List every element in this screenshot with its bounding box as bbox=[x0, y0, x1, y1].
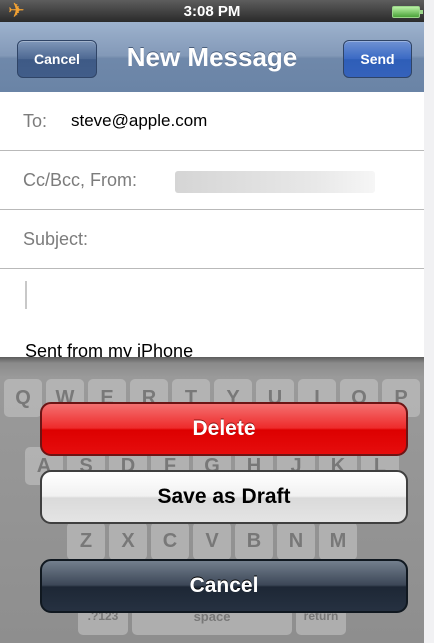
subject-field[interactable]: Subject: bbox=[0, 210, 424, 269]
from-address-redacted bbox=[175, 171, 375, 193]
key[interactable]: N bbox=[277, 522, 315, 560]
mail-compose-screen: ✈ 3:08 PM Cancel New Message Send To: st… bbox=[0, 0, 424, 643]
ccbcc-from-field[interactable]: Cc/Bcc, From: bbox=[0, 151, 424, 210]
key[interactable]: M bbox=[319, 522, 357, 560]
action-sheet-cancel-button[interactable]: Cancel bbox=[40, 559, 408, 613]
to-label: To: bbox=[23, 111, 48, 131]
keyboard-row-3: Z X C V B N M bbox=[0, 522, 424, 560]
battery-icon bbox=[392, 6, 423, 18]
key[interactable]: V bbox=[193, 522, 231, 560]
save-as-draft-button[interactable]: Save as Draft bbox=[40, 470, 408, 524]
status-time: 3:08 PM bbox=[183, 3, 241, 20]
delete-draft-button[interactable]: Delete bbox=[40, 402, 408, 456]
text-cursor bbox=[25, 281, 27, 309]
key[interactable]: B bbox=[235, 522, 273, 560]
subject-label: Subject: bbox=[23, 229, 89, 249]
ccbcc-from-label: Cc/Bcc, From: bbox=[23, 170, 138, 190]
key[interactable]: C bbox=[151, 522, 189, 560]
navigation-bar: Cancel New Message Send bbox=[0, 22, 424, 93]
send-button[interactable]: Send bbox=[343, 40, 412, 78]
status-bar: ✈ 3:08 PM bbox=[0, 0, 424, 22]
key[interactable]: Q bbox=[4, 379, 42, 417]
to-field[interactable]: To: steve@apple.com bbox=[0, 92, 424, 151]
page-margin bbox=[424, 0, 434, 643]
to-recipient[interactable]: steve@apple.com bbox=[71, 111, 207, 131]
key[interactable]: Z bbox=[67, 522, 105, 560]
key[interactable]: X bbox=[109, 522, 147, 560]
